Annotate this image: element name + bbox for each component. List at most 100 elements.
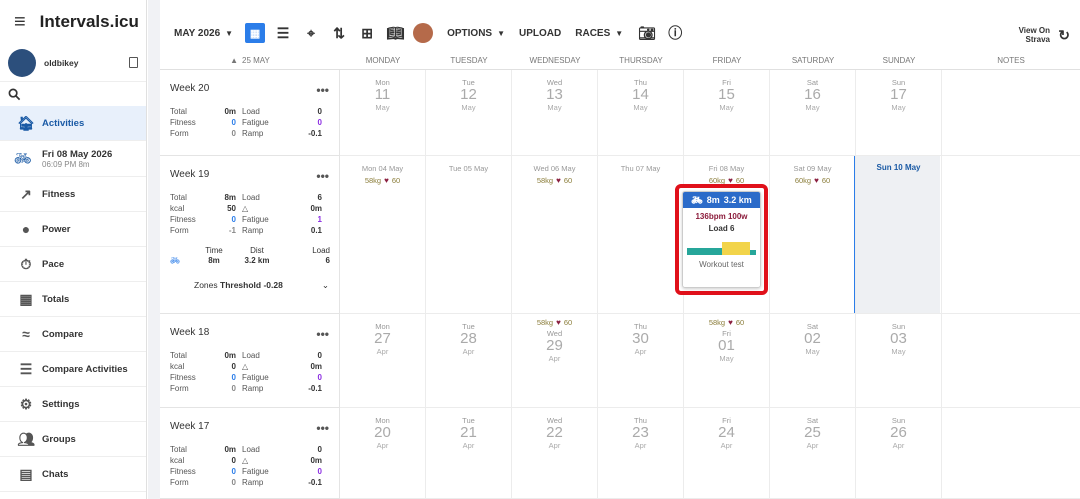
day-cell[interactable]: Sat 09 May 60kg ♥ 60 xyxy=(770,156,856,314)
day-cell[interactable]: Sun 17 May xyxy=(856,70,942,156)
upload-button[interactable]: UPLOAD xyxy=(519,28,561,39)
week-summary[interactable]: Week 20 ••• Total 0m Load 0 Fitness 0 Fa… xyxy=(160,70,340,156)
heart-icon: ♥ xyxy=(728,318,733,327)
athlete-avatar[interactable] xyxy=(413,23,434,43)
day-cell[interactable]: Thu 23 Apr xyxy=(598,408,684,499)
user-avatar[interactable] xyxy=(8,48,36,77)
zones-row[interactable]: Zones Threshold -0.28 ⌄ xyxy=(170,280,329,291)
sidebar-item-label: Compare Activities xyxy=(42,363,128,375)
day-cell[interactable]: Tue 05 May xyxy=(426,156,512,314)
day-cell[interactable]: Tue 21 Apr xyxy=(426,408,512,499)
notes-cell[interactable] xyxy=(942,408,1080,499)
day-number: 20 xyxy=(374,424,391,441)
day-cell[interactable]: Wed 13 May xyxy=(512,70,598,156)
day-cell[interactable]: Sat 02 May xyxy=(770,314,856,408)
view-on-strava[interactable]: View On Strava xyxy=(1019,26,1050,44)
sidebar-item-activities[interactable]: 🏠︎ Activities xyxy=(0,106,146,141)
totals-icon: ▦ xyxy=(19,290,33,307)
more-icon[interactable]: ••• xyxy=(316,421,329,435)
day-cell[interactable]: Thu 07 May xyxy=(598,156,684,314)
sidebar-item-chats[interactable]: ▤ Chats xyxy=(0,457,146,492)
sort-icon[interactable]: ⇅ xyxy=(329,23,349,43)
sidebar-item-compare-activities[interactable]: ☰ Compare Activities xyxy=(0,352,146,387)
chevron-up-icon[interactable]: ▲ xyxy=(230,56,238,65)
day-cell[interactable]: Fri 15 May xyxy=(684,70,770,156)
bike-icon: 🚲︎ xyxy=(691,194,703,205)
stat-label: Fatigue xyxy=(242,215,269,224)
search-icon[interactable] xyxy=(8,88,21,101)
day-cell[interactable]: Fri 24 Apr xyxy=(684,408,770,499)
header-sunday: SUNDAY xyxy=(882,56,916,65)
notes-cell[interactable] xyxy=(942,156,1080,314)
day-cell[interactable]: 58kg ♥ 60 Wed 29 Apr xyxy=(512,314,598,408)
menu-icon[interactable]: ≡ xyxy=(14,12,26,32)
day-cell[interactable]: Sat 25 Apr xyxy=(770,408,856,499)
chevron-down-icon[interactable]: ⌄ xyxy=(322,280,329,291)
races-menu[interactable]: RACES ▼ xyxy=(575,28,623,39)
sidebar-item-compare[interactable]: ≈ Compare xyxy=(0,317,146,352)
zone-chart xyxy=(687,240,756,255)
list-view-icon[interactable]: ☰ xyxy=(273,23,293,43)
day-cell[interactable]: Mon 20 Apr xyxy=(340,408,426,499)
sidebar-item-label: Activities xyxy=(42,117,85,129)
options-menu[interactable]: OPTIONS ▼ xyxy=(447,28,505,39)
notes-cell[interactable] xyxy=(942,314,1080,408)
refresh-icon[interactable]: ↻ xyxy=(1058,27,1070,44)
week-summary[interactable]: Week 19 ••• Total 8m Load 6 kcal 50 △ 0m… xyxy=(160,156,340,314)
sidebar-item-totals[interactable]: ▦ Totals xyxy=(0,282,146,317)
stat-label: Form xyxy=(170,226,189,235)
sidebar-item-label: Compare xyxy=(42,328,84,340)
day-cell[interactable]: Sun 26 Apr xyxy=(856,408,942,499)
grid-view-icon[interactable]: ▦ xyxy=(245,23,266,43)
day-cell[interactable]: Mon 04 May 58kg ♥ 60 xyxy=(340,156,426,314)
sidebar-item-label: Chats xyxy=(42,468,69,480)
month-selector[interactable]: MAY 2026 ▼ xyxy=(174,28,233,39)
activity-card[interactable]: 🚲︎ 8m 3.2 km 136bpm 100w Load 6 Workout … xyxy=(682,191,761,288)
sidebar-item-settings[interactable]: ⚙ Settings xyxy=(0,387,146,422)
day-cell[interactable]: Wed 22 Apr xyxy=(512,408,598,499)
stat-label: Form xyxy=(170,384,189,393)
camera-icon[interactable]: 📷︎ xyxy=(637,23,657,43)
sidebar-recent-activity[interactable]: 🚲︎ Fri 08 May 2026 06:09 PM 8m xyxy=(0,141,146,177)
week-summary[interactable]: Week 18 ••• Total 0m Load 0 kcal 0 △ 0m … xyxy=(160,314,340,408)
day-cell[interactable]: Mon 11 May xyxy=(340,70,426,156)
stat-value: 0 xyxy=(317,445,322,454)
day-cell[interactable]: Tue 12 May xyxy=(426,70,512,156)
book-icon[interactable]: 📖︎ xyxy=(385,23,405,43)
day-date: Sat 09 May xyxy=(793,164,832,173)
day-cell[interactable]: Thu 14 May xyxy=(598,70,684,156)
more-icon[interactable]: ••• xyxy=(316,83,329,97)
day-cell[interactable]: Sun 10 May xyxy=(856,156,942,314)
stat-value: -0.1 xyxy=(308,384,322,393)
header-thursday: THURSDAY xyxy=(619,56,663,65)
more-icon[interactable]: ••• xyxy=(316,327,329,341)
sidebar-item-groups[interactable]: 👥︎ Groups xyxy=(0,422,146,457)
day-cell[interactable]: Sun 03 May xyxy=(856,314,942,408)
power-icon: ● xyxy=(21,221,31,237)
day-cell[interactable]: Tue 28 Apr xyxy=(426,314,512,408)
sidebar-item-fitness[interactable]: ↗ Fitness xyxy=(0,177,146,212)
search-row[interactable] xyxy=(0,82,146,106)
stat-value: 0 xyxy=(231,467,236,476)
document-icon[interactable] xyxy=(129,57,138,68)
day-cell[interactable]: 58kg ♥ 60 Fri 01 May xyxy=(684,314,770,408)
week-summary[interactable]: Week 17 ••• Total 0m Load 0 kcal 0 △ 0m … xyxy=(160,408,340,499)
sidebar-item-power[interactable]: ● Power xyxy=(0,212,146,247)
more-icon[interactable]: ••• xyxy=(316,169,329,183)
help-icon[interactable]: ⓘ xyxy=(665,23,685,43)
user-row[interactable]: oldbikey xyxy=(0,44,146,82)
resting-hr-value: 60 xyxy=(563,318,573,327)
day-cell[interactable]: Thu 30 Apr xyxy=(598,314,684,408)
crosshair-icon[interactable]: ⌖ xyxy=(301,23,321,43)
day-cell[interactable]: Mon 27 Apr xyxy=(340,314,426,408)
calendar-plus-icon[interactable]: ⊞ xyxy=(357,23,377,43)
day-cell[interactable]: Wed 06 May 58kg ♥ 60 xyxy=(512,156,598,314)
day-month: Apr xyxy=(892,441,905,450)
recent-activity-date: Fri 08 May 2026 xyxy=(42,148,113,160)
day-month: Apr xyxy=(462,347,475,356)
week-nav[interactable]: ▲ 25 MAY xyxy=(160,52,340,69)
day-cell[interactable]: Sat 16 May xyxy=(770,70,856,156)
sidebar-item-pace[interactable]: ⏱︎ Pace xyxy=(0,247,146,282)
activity-card-highlight[interactable]: 🚲︎ 8m 3.2 km 136bpm 100w Load 6 Workout … xyxy=(675,184,768,295)
notes-cell[interactable] xyxy=(942,70,1080,156)
